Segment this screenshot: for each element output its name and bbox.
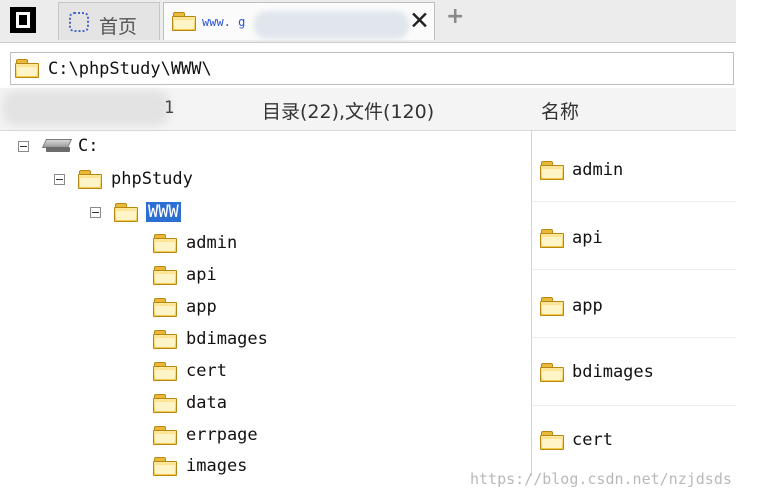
close-icon[interactable]: ✕ (409, 8, 430, 33)
folder-icon (540, 362, 564, 382)
list-item[interactable]: app (540, 291, 603, 321)
folder-icon (540, 160, 564, 180)
home-icon (69, 12, 89, 32)
tree-node-label: app (186, 297, 217, 317)
tree-node-child[interactable]: api (153, 260, 217, 290)
tree-node-label: images (186, 456, 248, 476)
folder-icon (153, 297, 177, 317)
tab-home-label: 首页 (99, 16, 138, 38)
tree-node-label: C: (78, 136, 99, 156)
folder-icon (153, 233, 177, 253)
collapse-toggle[interactable] (18, 140, 29, 152)
folder-icon (153, 361, 177, 381)
address-bar[interactable]: C:\phpStudy\WWW\ (10, 52, 734, 85)
row-divider (532, 337, 736, 338)
tree-node-child[interactable]: images (153, 451, 247, 481)
tree-node-label: cert (186, 361, 227, 381)
list-item-label: app (572, 296, 603, 316)
tab-active[interactable]: www. g ✕ (163, 2, 435, 40)
folder-icon (153, 393, 177, 413)
list-item[interactable]: api (540, 223, 603, 253)
folder-icon (172, 12, 196, 31)
tree-node-label: bdimages (186, 329, 268, 349)
tab-home[interactable]: 首页 (58, 2, 160, 40)
tree-node-child[interactable]: errpage (153, 420, 258, 450)
folder-icon (540, 228, 564, 248)
folder-icon (153, 425, 177, 445)
tab-active-label: www. g (202, 15, 246, 29)
column-header-bar: 1 目录(22),文件(120) 名称 (0, 88, 736, 131)
tree-node-label: errpage (186, 425, 258, 445)
folder-icon (153, 329, 177, 349)
app-logo-icon[interactable] (10, 7, 36, 33)
tab-bar: 首页 www. g ✕ + (0, 0, 736, 43)
tree-node-child[interactable]: data (153, 388, 227, 418)
folder-icon (78, 169, 102, 189)
name-column-header[interactable]: 名称 (541, 97, 579, 124)
list-item[interactable]: bdimages (540, 357, 654, 387)
file-list: admin api app bdimages cert (532, 131, 736, 476)
tree-node-label: data (186, 393, 227, 413)
list-item-label: api (572, 228, 603, 248)
count-fragment: 1 (164, 98, 175, 118)
plus-icon[interactable]: + (446, 6, 464, 28)
redacted-area (2, 90, 170, 126)
row-divider (532, 201, 736, 202)
folder-tree: C: phpStudy WWW admin api app bdimages c… (0, 131, 531, 476)
tree-node-phpstudy[interactable]: phpStudy (54, 164, 193, 194)
tree-node-label: api (186, 265, 217, 285)
tree-node-child[interactable]: bdimages (153, 324, 268, 354)
list-item[interactable]: cert (540, 425, 613, 455)
directory-summary: 目录(22),文件(120) (262, 101, 435, 123)
tree-node-label: phpStudy (111, 169, 193, 189)
address-path[interactable]: C:\phpStudy\WWW\ (48, 59, 212, 79)
folder-icon (540, 296, 564, 316)
watermark: https://blog.csdn.net/nzjdsds (470, 470, 732, 488)
folder-icon (153, 456, 177, 476)
tree-node-child[interactable]: admin (153, 228, 237, 258)
folder-icon (15, 59, 39, 78)
list-item[interactable]: admin (540, 155, 623, 185)
tree-node-www[interactable]: WWW (90, 197, 181, 227)
collapse-toggle[interactable] (90, 206, 101, 218)
tree-node-drive[interactable]: C: (18, 131, 98, 161)
folder-icon (114, 202, 138, 222)
tree-node-label-selected: WWW (146, 202, 181, 222)
folder-icon (540, 430, 564, 450)
list-item-label: bdimages (572, 362, 654, 382)
tree-node-child[interactable]: cert (153, 356, 227, 386)
folder-icon (153, 265, 177, 285)
redacted-area (254, 11, 409, 39)
collapse-toggle[interactable] (54, 173, 65, 185)
tree-node-child[interactable]: app (153, 292, 217, 322)
list-item-label: admin (572, 160, 624, 180)
row-divider (532, 269, 736, 270)
row-divider (532, 405, 736, 406)
list-item-label: cert (572, 430, 613, 450)
tree-node-label: admin (186, 233, 238, 253)
drive-icon (41, 139, 73, 153)
